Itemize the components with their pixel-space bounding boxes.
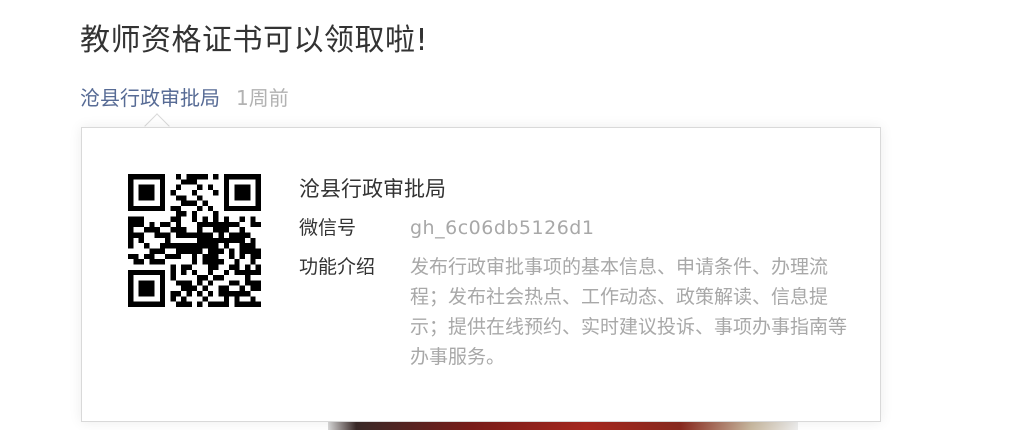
account-name-link[interactable]: 沧县行政审批局 xyxy=(80,82,220,111)
account-profile-card: 沧县行政审批局 微信号 gh_6c06db5126d1 功能介绍 发布行政审批事… xyxy=(81,127,881,422)
wechat-id-label: 微信号 xyxy=(299,217,357,239)
intro-label: 功能介绍 xyxy=(299,256,376,278)
article-page: 教师资格证书可以领取啦! 沧县行政审批局 1周前 沧县行政审批局 微信号 gh_… xyxy=(0,0,1019,430)
article-title: 教师资格证书可以领取啦! xyxy=(80,23,429,58)
profile-account-name: 沧县行政审批局 xyxy=(299,177,446,201)
qr-code-icon xyxy=(128,174,261,307)
publish-time: 1周前 xyxy=(236,85,289,110)
article-meta: 沧县行政审批局 1周前 xyxy=(80,80,289,112)
wechat-id-value: gh_6c06db5126d1 xyxy=(410,217,595,239)
intro-text: 发布行政审批事项的基本信息、申请条件、办理流程；发布社会热点、工作动态、政策解读… xyxy=(410,256,848,368)
